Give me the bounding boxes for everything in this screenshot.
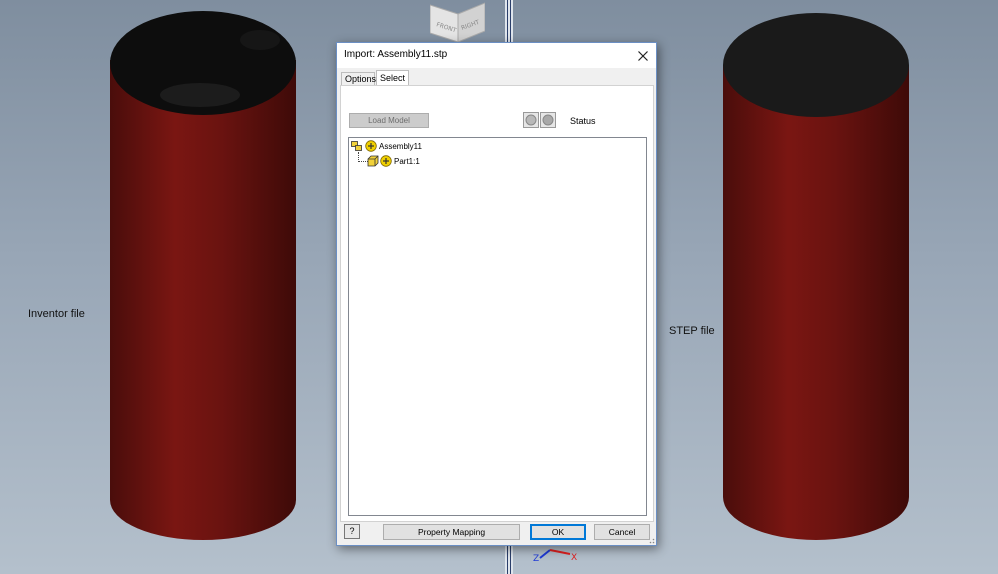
assembly-icon xyxy=(351,141,362,151)
tree-item-assembly[interactable]: Assembly11 xyxy=(351,139,422,153)
include-status-icon[interactable] xyxy=(380,155,392,167)
triad-z-label: Z xyxy=(533,554,539,564)
inventor-file-label: Inventor file xyxy=(28,308,85,320)
close-icon xyxy=(638,50,648,61)
viewcube-icon[interactable]: FRONT RIGHT xyxy=(430,0,485,42)
model-tree[interactable]: Assembly11 Part1:1 xyxy=(348,137,647,516)
resize-grip-icon[interactable] xyxy=(647,536,655,544)
load-model-button[interactable]: Load Model xyxy=(349,113,429,128)
tree-item-label: Part1:1 xyxy=(394,156,420,166)
ok-button[interactable]: OK xyxy=(530,524,586,540)
tree-item-label: Assembly11 xyxy=(379,141,422,151)
cancel-button[interactable]: Cancel xyxy=(594,524,650,540)
tab-options[interactable]: Options xyxy=(341,72,376,85)
help-icon: ? xyxy=(349,526,355,536)
step-file-label: STEP file xyxy=(669,325,715,337)
status-label: Status xyxy=(570,116,596,126)
include-status-icon[interactable] xyxy=(365,140,377,152)
close-button[interactable] xyxy=(630,43,656,68)
status-filter-icons[interactable] xyxy=(523,112,557,128)
help-button[interactable]: ? xyxy=(344,524,360,539)
tree-item-part[interactable]: Part1:1 xyxy=(367,154,420,168)
part-icon xyxy=(367,155,379,167)
dialog-title: Import: Assembly11.stp xyxy=(344,49,448,60)
import-dialog: Import: Assembly11.stp Options Select Lo… xyxy=(336,42,657,546)
property-mapping-button[interactable]: Property Mapping xyxy=(383,524,520,540)
tab-select[interactable]: Select xyxy=(376,70,409,86)
triad-x-label: X xyxy=(571,553,577,563)
dialog-titlebar[interactable]: Import: Assembly11.stp xyxy=(337,43,656,68)
select-tab-panel: Load Model Status Assembly11 Part1:1 xyxy=(340,85,654,522)
dialog-button-bar: ? Property Mapping OK Cancel xyxy=(337,521,656,545)
